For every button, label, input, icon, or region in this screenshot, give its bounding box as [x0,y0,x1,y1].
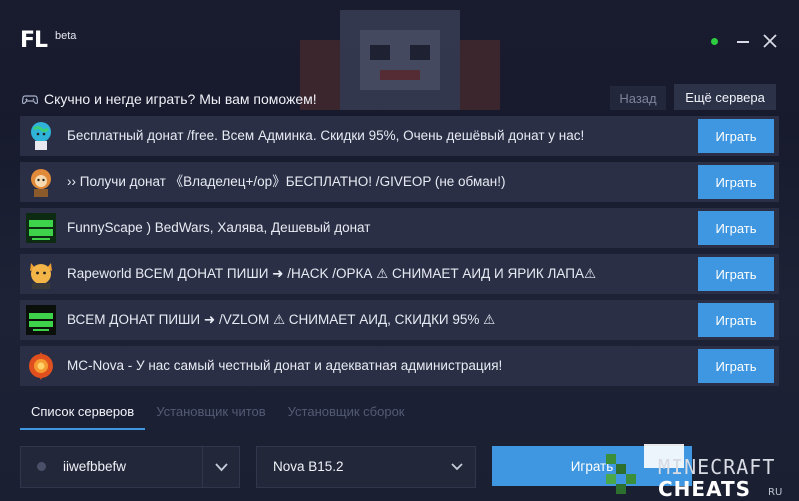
minecraft-cheats-watermark-logo: MINECRAFT CHEATS RU [606,444,782,501]
title-bar[interactable]: FL beta [0,0,799,80]
account-dropdown-button[interactable] [202,447,240,487]
server-row[interactable]: FunnyScape ) BedWars, Халява, Дешевый до… [20,208,779,248]
server-row[interactable]: MC-Nova - У нас самый честный донат и ад… [20,346,779,386]
version-name: Nova B15.2 [273,459,344,474]
vsem-donat-logo-icon [26,213,56,243]
minimize-button[interactable] [737,41,749,43]
more-servers-button[interactable]: Ещё сервера [674,84,776,110]
server-name: FunnyScape ) BedWars, Халява, Дешевый до… [67,220,371,235]
chevron-down-icon [451,463,463,471]
play-button[interactable]: Играть [698,211,774,245]
play-button[interactable]: Играть [698,165,774,199]
server-row[interactable]: Бесплатный донат /free. Всем Админка. Ск… [20,116,779,156]
promo-text: Скучно и негде играть? Мы вам поможем! [44,91,317,107]
server-name: Rapeworld ВСЕМ ДОНАТ ПИШИ ➜ /HACK /ОРКА … [67,266,597,281]
play-button[interactable]: Играть [698,119,774,153]
back-button[interactable]: Назад [610,86,666,110]
server-row[interactable]: ›› Получи донат 《Владелец+/op》БЕСПЛАТНО!… [20,162,779,202]
tab-server-list[interactable]: Список серверов [20,398,146,430]
chevron-down-icon [215,463,228,472]
svg-text:RU: RU [768,487,782,498]
svg-text:MINECRAFT: MINECRAFT [658,455,775,479]
play-button[interactable]: Играть [698,303,774,337]
server-name: Бесплатный донат /free. Всем Админка. Ск… [67,128,585,143]
account-selector[interactable]: iiwefbbefw [20,446,240,488]
main-tabs: Список серверов Установщик читов Установ… [20,398,416,430]
account-status-dot [37,462,46,471]
beta-badge: beta [55,30,77,42]
server-row[interactable]: ВСЕМ ДОНАТ ПИШИ ➜ /VZLOM ⚠ СНИМАЕТ АИД, … [20,300,779,340]
fox-character-icon [31,169,51,197]
tab-modpack-installer[interactable]: Установщик сборок [277,398,416,430]
tab-cheat-installer[interactable]: Установщик читов [145,398,276,430]
play-button[interactable]: Играть [698,349,774,383]
globe-character-icon [31,122,51,150]
server-name: ВСЕМ ДОНАТ ПИШИ ➜ /VZLOM ⚠ СНИМАЕТ АИД, … [67,312,496,327]
app-logo: FL [20,28,48,53]
server-list: Бесплатный донат /free. Всем Админка. Ск… [20,116,779,392]
server-row[interactable]: Rapeworld ВСЕМ ДОНАТ ПИШИ ➜ /HACK /ОРКА … [20,254,779,294]
cat-character-icon [30,263,52,289]
version-selector[interactable]: Nova B15.2 [256,446,476,488]
nova-flame-logo-icon [29,352,53,380]
server-name: MC-Nova - У нас самый честный донат и ад… [67,358,503,373]
close-icon[interactable] [762,33,778,49]
promo-banner: Скучно и негде играть? Мы вам поможем! [22,88,317,110]
play-button[interactable]: Играть [698,257,774,291]
account-username: iiwefbbefw [63,459,127,474]
server-name: ›› Получи донат 《Владелец+/op》БЕСПЛАТНО!… [67,174,506,189]
svg-text:CHEATS: CHEATS [658,477,751,501]
gamepad-icon [22,95,38,104]
online-status-indicator [711,38,718,45]
vsem-donat-logo-icon [26,305,56,335]
